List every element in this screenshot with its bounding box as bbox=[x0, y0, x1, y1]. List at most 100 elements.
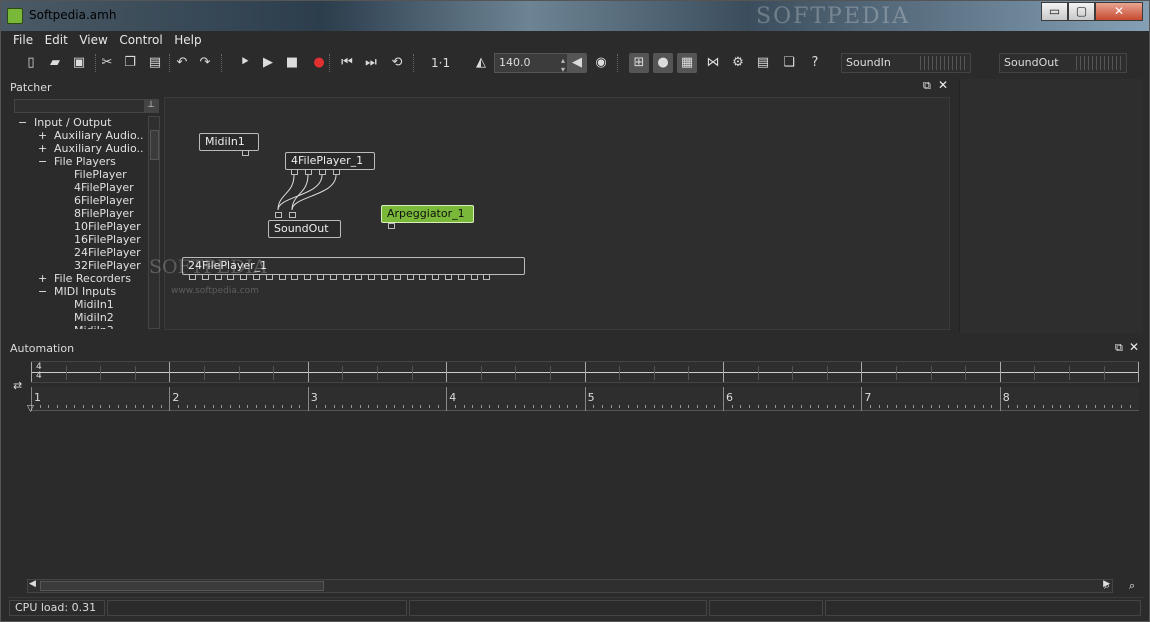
menu-edit[interactable]: Edit bbox=[41, 31, 72, 49]
node-port[interactable] bbox=[381, 274, 388, 280]
tree-item[interactable]: FilePlayer bbox=[58, 168, 127, 181]
play-icon[interactable]: ▶ bbox=[258, 53, 278, 73]
tree-item[interactable]: 10FilePlayer bbox=[58, 220, 141, 233]
menu-file[interactable]: File bbox=[9, 31, 37, 49]
graph-icon[interactable]: ⋈ bbox=[703, 53, 723, 73]
node-port[interactable] bbox=[275, 212, 282, 218]
circle-view-icon[interactable]: ● bbox=[653, 53, 673, 73]
play-from-start-icon[interactable]: ⯈ bbox=[235, 53, 255, 73]
float-panel-icon[interactable]: ⧉ bbox=[923, 79, 931, 93]
node-port[interactable] bbox=[201, 274, 209, 280]
speaker-icon[interactable]: ◀ bbox=[567, 53, 587, 73]
tree-item[interactable]: 32FilePlayer bbox=[58, 259, 141, 272]
close-panel-icon[interactable]: ✕ bbox=[938, 78, 948, 92]
node-port[interactable] bbox=[304, 274, 312, 280]
scroll-left-icon[interactable]: ◀ bbox=[29, 579, 36, 589]
node-port[interactable] bbox=[393, 274, 401, 280]
node-port[interactable] bbox=[432, 274, 440, 280]
patcher-view-icon[interactable]: ⊞ bbox=[629, 53, 649, 73]
redo-icon[interactable]: ↷ bbox=[195, 53, 215, 73]
float-panel-icon[interactable]: ⧉ bbox=[1115, 341, 1123, 355]
node-port[interactable] bbox=[289, 212, 296, 218]
tree-item[interactable]: 4FilePlayer bbox=[58, 181, 134, 194]
minimize-button[interactable]: ▭ bbox=[1041, 2, 1068, 21]
ratio-label[interactable]: 1·1 bbox=[431, 56, 450, 70]
output-toggle-icon[interactable]: ◉ bbox=[591, 53, 611, 73]
node-port[interactable] bbox=[291, 274, 299, 280]
node-port[interactable] bbox=[227, 274, 235, 280]
metronome-icon[interactable]: ◭ bbox=[471, 53, 491, 73]
plugin-icon[interactable]: ⚙ bbox=[728, 53, 748, 73]
new-file-icon[interactable]: ▯ bbox=[21, 53, 41, 73]
zoom-in-icon[interactable]: ⌕ bbox=[1104, 579, 1110, 593]
tree-item[interactable]: − MIDI Inputs bbox=[38, 285, 116, 298]
tree-expander[interactable]: − bbox=[38, 155, 54, 168]
image-view-icon[interactable]: ▦ bbox=[677, 53, 697, 73]
help-icon[interactable]: ? bbox=[805, 53, 825, 73]
menu-help[interactable]: Help bbox=[170, 31, 205, 49]
tree-item[interactable]: 6FilePlayer bbox=[58, 194, 134, 207]
node-port[interactable] bbox=[214, 274, 222, 280]
node-port[interactable] bbox=[265, 274, 273, 280]
spin-arrows-icon[interactable]: ▴ ▾ bbox=[561, 56, 565, 74]
sound-in-meter[interactable]: SoundIn bbox=[841, 53, 971, 73]
node-port[interactable] bbox=[253, 274, 260, 280]
module-tree[interactable]: − Input / Output + Auxiliary Audio... + Auxil… bbox=[14, 116, 144, 329]
tree-expander[interactable]: + bbox=[38, 142, 54, 155]
tree-item[interactable]: + Auxiliary Audio... bbox=[38, 129, 144, 142]
timeline-scroll-thumb[interactable] bbox=[40, 581, 324, 591]
node-port[interactable] bbox=[419, 274, 427, 280]
cut-icon[interactable]: ✂ bbox=[97, 53, 117, 73]
timeline-scrollbar[interactable]: ◀ ▶ bbox=[27, 579, 1113, 593]
tree-item[interactable]: 8FilePlayer bbox=[58, 207, 134, 220]
node-port[interactable] bbox=[317, 274, 324, 280]
loop-icon[interactable]: ⟲ bbox=[387, 53, 407, 73]
tree-item[interactable]: − File Players bbox=[38, 155, 116, 168]
menu-view[interactable]: View bbox=[75, 31, 111, 49]
maximize-button[interactable]: ▢ bbox=[1068, 2, 1095, 21]
record-icon[interactable]: ● bbox=[309, 53, 329, 73]
tree-item[interactable]: MidiIn3 bbox=[58, 324, 114, 329]
node-port[interactable] bbox=[278, 274, 286, 280]
paste-icon[interactable]: ▤ bbox=[145, 53, 165, 73]
node-port[interactable] bbox=[470, 274, 478, 280]
tree-scrollbar[interactable] bbox=[148, 116, 160, 329]
tempo-ruler[interactable]: 4 4 bbox=[31, 361, 1140, 383]
tree-item[interactable]: 16FilePlayer bbox=[58, 233, 141, 246]
tree-expander[interactable]: − bbox=[38, 285, 54, 298]
open-folder-icon[interactable]: ▰ bbox=[45, 53, 65, 73]
menu-control[interactable]: Control bbox=[115, 31, 166, 49]
tree-item[interactable]: + Auxiliary Audio... bbox=[38, 142, 144, 155]
automation-mode-icon[interactable]: ⇄ bbox=[13, 379, 22, 392]
node-port[interactable] bbox=[240, 274, 248, 280]
copy-icon[interactable]: ❐ bbox=[120, 53, 140, 73]
tree-item[interactable]: MidiIn1 bbox=[58, 298, 114, 311]
node-24fileplayer[interactable]: 24FilePlayer_1 bbox=[182, 257, 525, 275]
tree-item[interactable]: − Input / Output bbox=[18, 116, 111, 129]
node-port[interactable] bbox=[483, 274, 491, 280]
node-port[interactable] bbox=[445, 274, 452, 280]
zoom-out-icon[interactable]: ⌕ bbox=[1129, 579, 1135, 593]
node-soundout[interactable]: SoundOut bbox=[268, 220, 341, 238]
tree-item[interactable]: + File Recorders bbox=[38, 272, 131, 285]
notes-icon[interactable]: ▤ bbox=[753, 53, 773, 73]
node-port[interactable] bbox=[457, 274, 465, 280]
tree-expander[interactable]: − bbox=[18, 116, 34, 129]
undo-icon[interactable]: ↶ bbox=[172, 53, 192, 73]
tree-expander[interactable]: + bbox=[38, 129, 54, 142]
title-bar[interactable]: Softpedia.amh SOFTPEDIA ▭ ▢ ✕ bbox=[1, 1, 1149, 31]
node-port[interactable] bbox=[355, 274, 363, 280]
node-port[interactable] bbox=[406, 274, 414, 280]
playhead-icon[interactable]: ▽ bbox=[27, 404, 34, 414]
patcher-canvas[interactable]: MidiIn1 4FilePlayer_1 SoundOut Arpeggiat… bbox=[149, 97, 950, 330]
tree-item[interactable]: 24FilePlayer bbox=[58, 246, 141, 259]
tempo-spinbox[interactable]: 140.0 ▴ ▾ bbox=[494, 53, 569, 74]
node-port[interactable] bbox=[342, 274, 350, 280]
skip-forward-icon[interactable]: ⏭ bbox=[361, 53, 381, 73]
tree-item[interactable]: MidiIn2 bbox=[58, 311, 114, 324]
bar-ruler[interactable]: 1 2 3 4 5 6 7 8 bbox=[31, 387, 1139, 411]
node-port[interactable] bbox=[388, 223, 395, 229]
pin-icon[interactable]: ⊥ bbox=[144, 100, 158, 113]
close-panel-icon[interactable]: ✕ bbox=[1129, 340, 1139, 354]
clipboard-icon[interactable]: ❏ bbox=[779, 53, 799, 73]
